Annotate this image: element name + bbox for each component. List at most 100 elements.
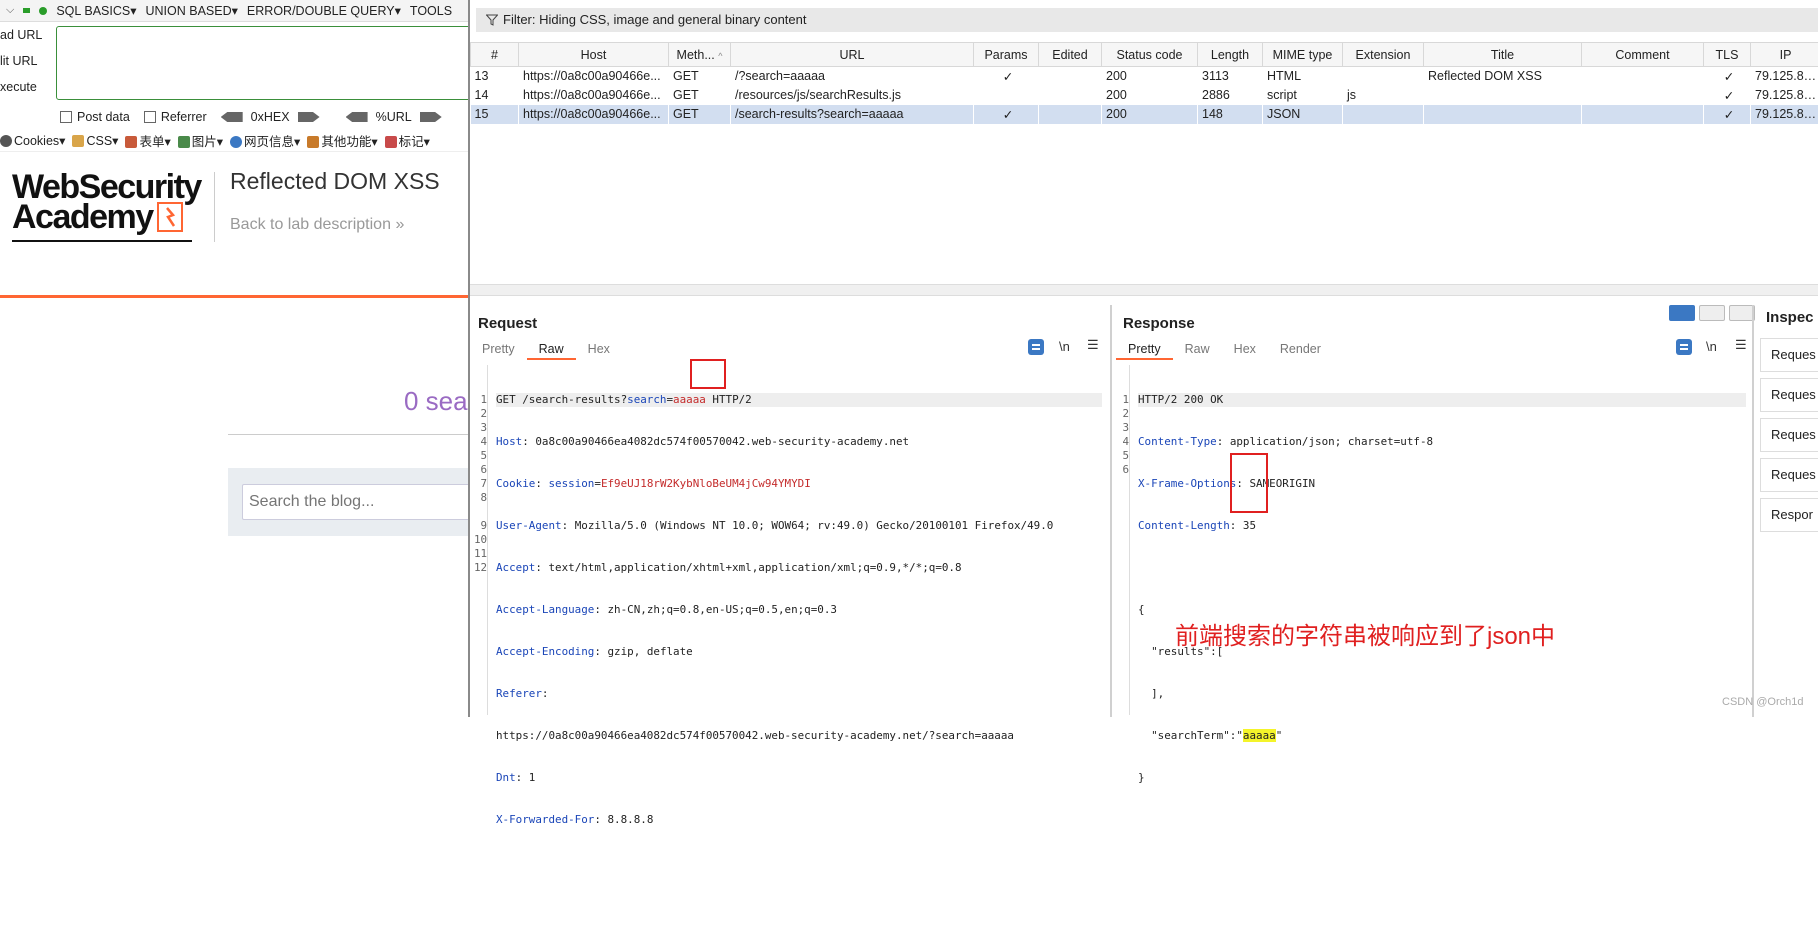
css-menu[interactable]: CSS▾ <box>72 133 118 148</box>
cell-comment <box>1582 86 1704 105</box>
request-tabs: Pretty Raw Hex <box>470 338 622 360</box>
lab-title: Reflected DOM XSS <box>230 168 440 195</box>
forms-menu[interactable]: 表单▾ <box>125 131 170 150</box>
add-icon[interactable] <box>39 7 47 15</box>
table-row-selected[interactable]: 15 https://0a8c00a90466e... GET /search-… <box>471 105 1818 124</box>
post-data-checkbox[interactable]: Post data <box>60 110 130 124</box>
filter-bar[interactable]: Filter: Hiding CSS, image and general bi… <box>476 8 1818 32</box>
line-numbers: 123456789101112 <box>474 365 488 715</box>
hackbar-url-textarea[interactable] <box>56 26 468 100</box>
minus-icon[interactable] <box>23 8 30 13</box>
response-title: Response <box>1123 315 1195 332</box>
search-form <box>228 468 468 536</box>
tab-hex[interactable]: Hex <box>576 338 622 360</box>
cell-tls: ✓ <box>1704 67 1751 86</box>
hackbar-options: Post data Referrer 0xHEX %URL <box>0 106 468 128</box>
menu-error-double-query[interactable]: ERROR/DOUBLE QUERY▾ <box>247 3 401 18</box>
hackbar-menubar: ⌵ SQL BASICS▾ UNION BASED▾ ERROR/DOUBLE … <box>0 0 468 22</box>
col-num[interactable]: # <box>471 43 519 67</box>
watermark: CSDN @Orch1d <box>1722 696 1803 708</box>
col-method[interactable]: Meth... ^ <box>669 43 731 67</box>
wrap-lines-icon[interactable] <box>1028 339 1044 355</box>
inspector-row[interactable]: Respor <box>1760 498 1818 532</box>
referrer-checkbox[interactable]: Referrer <box>144 110 207 124</box>
tab-pretty[interactable]: Pretty <box>470 338 527 360</box>
request-line: GET /search-results?search=aaaaa HTTP/2 <box>496 393 1102 407</box>
tab-hex[interactable]: Hex <box>1222 338 1268 360</box>
hex-encode-label: 0xHEX <box>251 110 290 124</box>
cell-length: 2886 <box>1198 86 1263 105</box>
form-icon <box>125 136 137 148</box>
col-title[interactable]: Title <box>1424 43 1582 67</box>
wrap-lines-icon[interactable] <box>1676 339 1692 355</box>
col-tls[interactable]: TLS <box>1704 43 1751 67</box>
col-ip[interactable]: IP <box>1751 43 1818 67</box>
col-host[interactable]: Host <box>519 43 669 67</box>
cell-mime: JSON <box>1263 105 1343 124</box>
arrow-right-icon[interactable] <box>298 112 320 122</box>
load-url-button[interactable]: ad URL <box>0 22 56 48</box>
response-editor[interactable]: 123456 HTTP/2 200 OK Content-Type: appli… <box>1116 365 1748 715</box>
cell-comment <box>1582 105 1704 124</box>
menu-union-based[interactable]: UNION BASED▾ <box>146 3 238 18</box>
inspector-row[interactable]: Reques <box>1760 458 1818 492</box>
line-numbers: 123456 <box>1116 365 1130 715</box>
cell-tls: ✓ <box>1704 105 1751 124</box>
col-comment[interactable]: Comment <box>1582 43 1704 67</box>
json-search-term-line: "searchTerm":"aaaaa" <box>1138 729 1746 743</box>
images-menu[interactable]: 图片▾ <box>178 131 223 150</box>
menu-tools[interactable]: TOOLS <box>410 4 452 18</box>
col-url[interactable]: URL <box>731 43 974 67</box>
table-row[interactable]: 14 https://0a8c00a90466e... GET /resourc… <box>471 86 1818 105</box>
show-newlines-button[interactable]: \n <box>1706 339 1717 354</box>
arrow-left-icon[interactable] <box>221 112 243 122</box>
search-input[interactable] <box>242 484 468 520</box>
arrow-left-icon[interactable] <box>346 112 368 122</box>
chevron-down-icon[interactable]: ⌵ <box>6 4 14 17</box>
header-referer: Referer: <box>496 687 1102 701</box>
header-content-type: Content-Type: application/json; charset=… <box>1138 435 1746 449</box>
inspector-row[interactable]: Reques <box>1760 378 1818 412</box>
search-results-count: 0 sea <box>404 386 468 417</box>
request-title: Request <box>478 315 537 332</box>
web-security-academy-logo[interactable]: WebSecurity Academy <box>12 170 212 250</box>
response-pane: Response Pretty Raw Hex Render \n ☰ 1234… <box>1114 305 1754 717</box>
cell-method: GET <box>669 67 731 86</box>
tab-pretty[interactable]: Pretty <box>1116 338 1173 360</box>
col-params[interactable]: Params <box>974 43 1039 67</box>
table-row[interactable]: 13 https://0a8c00a90466e... GET /?search… <box>471 67 1818 86</box>
tab-render[interactable]: Render <box>1268 338 1333 360</box>
header-cookie: Cookie: session=Ef9eUJ18rW2KybNloBeUM4jC… <box>496 477 1102 491</box>
execute-button[interactable]: xecute <box>0 74 56 100</box>
inspector-row[interactable]: Reques <box>1760 338 1818 372</box>
misc-menu[interactable]: 其他功能▾ <box>307 131 377 150</box>
arrow-right-icon[interactable] <box>420 112 442 122</box>
cell-params: ✓ <box>974 67 1039 86</box>
checkbox-icon <box>144 111 156 123</box>
request-editor[interactable]: 123456789101112 GET /search-results?sear… <box>474 365 1106 715</box>
cell-status: 200 <box>1102 67 1198 86</box>
menu-icon[interactable]: ☰ <box>1735 337 1747 353</box>
pane-splitter[interactable] <box>470 284 1818 296</box>
cookies-menu[interactable]: Cookies▾ <box>0 133 65 148</box>
col-extension[interactable]: Extension <box>1343 43 1424 67</box>
tab-raw[interactable]: Raw <box>527 338 576 360</box>
col-length[interactable]: Length <box>1198 43 1263 67</box>
outline-menu[interactable]: 标记▾ <box>385 131 430 150</box>
cell-mime: script <box>1263 86 1343 105</box>
show-newlines-button[interactable]: \n <box>1059 339 1070 354</box>
cell-ip: 79.125.84.1 <box>1751 86 1818 105</box>
menu-sql-basics[interactable]: SQL BASICS▾ <box>56 3 136 18</box>
status-line: HTTP/2 200 OK <box>1138 393 1746 407</box>
col-edited[interactable]: Edited <box>1039 43 1102 67</box>
cell-length: 148 <box>1198 105 1263 124</box>
tab-raw[interactable]: Raw <box>1173 338 1222 360</box>
menu-icon[interactable]: ☰ <box>1087 337 1099 353</box>
split-url-button[interactable]: lit URL <box>0 48 56 74</box>
back-to-lab-link[interactable]: Back to lab description » <box>230 216 404 234</box>
col-mime[interactable]: MIME type <box>1263 43 1343 67</box>
inspector-row[interactable]: Reques <box>1760 418 1818 452</box>
col-status[interactable]: Status code <box>1102 43 1198 67</box>
page-info-menu[interactable]: 网页信息▾ <box>230 131 300 150</box>
info-icon <box>230 136 242 148</box>
